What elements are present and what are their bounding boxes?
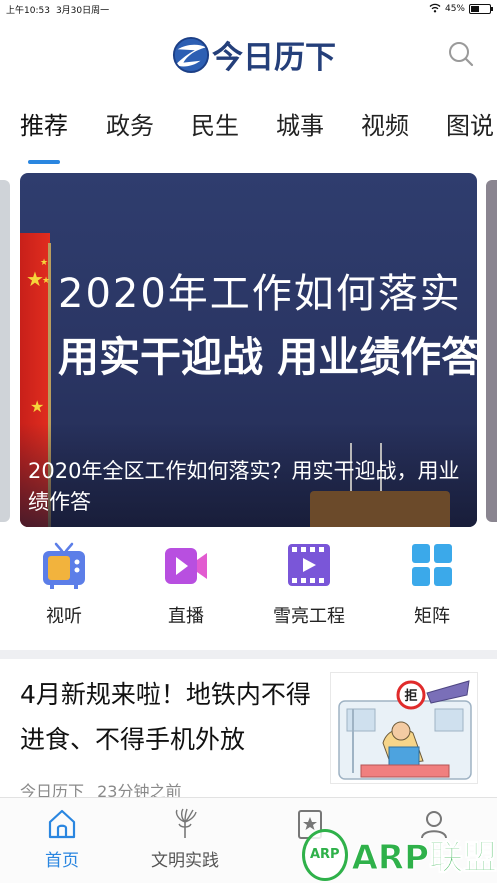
quick-item-matrix[interactable]: 矩阵 <box>387 540 477 628</box>
tab-picture[interactable]: 图说 <box>446 106 494 141</box>
site-watermark: ARP ARP联盟 <box>302 826 497 883</box>
flag-star-icon: ★ <box>40 258 49 268</box>
quick-item-label: 视听 <box>46 606 82 627</box>
video-camera-icon <box>165 548 207 584</box>
home-icon <box>48 809 76 839</box>
news-title: 4月新规来啦！地铁内不得进食、不得手机外放 <box>20 680 311 754</box>
search-button[interactable] <box>447 40 475 68</box>
carousel-prev-card[interactable] <box>0 180 10 522</box>
app-screen: 上午10:53 3月30日周一 45% 今日历下 推荐 政务 民生 城事 视频 … <box>0 0 497 883</box>
quick-item-live[interactable]: 直播 <box>141 540 231 628</box>
torch-icon <box>175 808 197 838</box>
watermark-circle-text: ARP <box>309 847 340 862</box>
section-divider <box>0 650 497 659</box>
featured-banner[interactable]: ★ ★ ★ ★ 2020年工作如何落实 用实干迎战 用业绩作答 2020年全区工… <box>20 173 477 527</box>
flag-star-icon: ★ <box>42 276 51 286</box>
thumb-sign-text: 拒 <box>404 688 417 704</box>
quick-item-skynet[interactable]: 雪亮工程 <box>264 540 354 628</box>
flag-star-icon: ★ <box>30 397 45 416</box>
nav-label: 文明实践 <box>151 851 219 871</box>
battery-icon <box>469 4 493 14</box>
quick-item-audio-visual[interactable]: 视听 <box>19 540 109 628</box>
grid-icon <box>412 544 452 586</box>
logo-mark-icon <box>172 36 210 73</box>
news-thumbnail: 拒 <box>330 672 478 784</box>
tab-city[interactable]: 城事 <box>276 106 324 141</box>
tab-recommend[interactable]: 推荐 <box>20 106 68 141</box>
banner-caption: 2020年全区工作如何落实？用实干迎战，用业绩作答 <box>28 459 460 514</box>
banner-headline-line1: 2020年工作如何落实 <box>58 271 462 317</box>
quick-item-label: 直播 <box>168 606 204 627</box>
tab-video[interactable]: 视频 <box>361 106 409 141</box>
quick-menu: 视听 直播 雪亮工程 矩阵 <box>0 540 497 650</box>
app-title: 今日历下 <box>212 40 336 76</box>
active-tab-indicator <box>28 160 60 164</box>
quick-item-label: 雪亮工程 <box>273 606 345 627</box>
news-list-item[interactable]: 4月新规来啦！地铁内不得进食、不得手机外放 今日历下 23分钟之前 拒 <box>0 660 497 801</box>
wifi-icon <box>429 3 441 16</box>
nav-home[interactable]: 首页 <box>22 808 102 871</box>
carousel-next-card[interactable] <box>486 180 497 522</box>
status-bar: 上午10:53 3月30日周一 45% <box>0 0 497 18</box>
status-date: 3月30日周一 <box>55 5 110 16</box>
app-header: 今日历下 <box>0 22 497 92</box>
tab-livelihood[interactable]: 民生 <box>191 106 239 141</box>
film-play-icon <box>288 544 330 586</box>
nav-civilization-practice[interactable]: 文明实践 <box>145 808 225 871</box>
banner-headline-line2: 用实干迎战 用业绩作答 <box>58 333 477 381</box>
app-logo: 今日历下 <box>172 32 336 77</box>
nav-label: 首页 <box>45 851 79 871</box>
quick-item-label: 矩阵 <box>414 606 450 627</box>
tv-icon <box>43 542 85 589</box>
battery-percent: 45% <box>444 4 465 14</box>
search-icon <box>449 42 474 67</box>
watermark-text: ARP联盟 <box>351 838 497 879</box>
status-time: 上午10:53 <box>6 5 50 16</box>
category-tabs: 推荐 政务 民生 城事 视频 图说 <box>0 106 497 164</box>
watermark-logo: ARP <box>302 828 348 881</box>
tab-government[interactable]: 政务 <box>106 106 154 141</box>
